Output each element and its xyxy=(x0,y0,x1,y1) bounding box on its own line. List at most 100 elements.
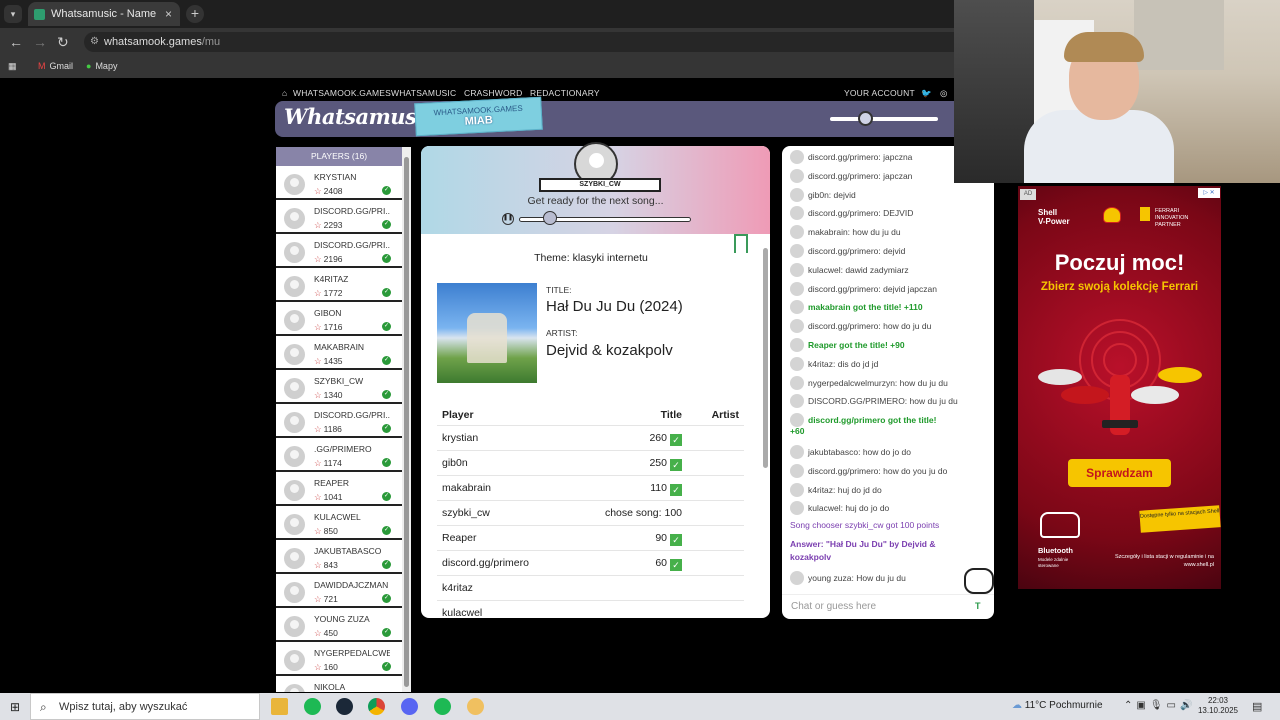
taskbar-weather[interactable]: ☁ 11°C Pochmurnie xyxy=(1012,700,1103,711)
volume-icon[interactable]: 🔊 xyxy=(1180,700,1196,711)
player-row[interactable]: YOUNG ZUZA ☆ 450 ✓ xyxy=(276,610,402,642)
clock-date: 13.10.2025 xyxy=(1197,706,1239,715)
file-explorer-icon[interactable] xyxy=(271,698,288,715)
player-row[interactable]: NYGERPEDALCWE... ☆160 ✓ xyxy=(276,644,402,676)
round-status: Get ready for the next song... xyxy=(527,195,664,207)
player-row[interactable]: REAPER ☆ 1041 ✓ xyxy=(276,474,402,506)
table-row: szybki_cw chose song: 100 xyxy=(437,500,744,525)
tray-chevron-icon[interactable]: ⌃ xyxy=(1124,700,1136,711)
reload-icon[interactable]: ↻ xyxy=(57,34,69,50)
app-icon[interactable] xyxy=(467,698,484,715)
tab-title: Whatsamusic - Name That Tun xyxy=(51,8,159,20)
player-row[interactable]: .GG/PRIMERO ☆ 1174 ✓ xyxy=(276,440,402,472)
steam-icon[interactable] xyxy=(336,698,353,715)
url-input[interactable]: ⚙ whatsamook.games/mu xyxy=(84,32,954,52)
player-row[interactable]: JAKUBTABASCO ☆ 843 ✓ xyxy=(276,542,402,574)
taskbar-clock[interactable]: 22:03 13.10.2025 xyxy=(1196,696,1240,716)
row-player: k4ritaz xyxy=(442,582,473,594)
taskbar-search-input[interactable]: ⌕ Wpisz tutaj, aby wyszukać xyxy=(30,693,260,720)
chrome-icon[interactable] xyxy=(368,698,385,715)
col-artist: Artist xyxy=(711,409,739,421)
whatsamusic-logo[interactable]: Whatsamusic xyxy=(284,104,437,129)
star-icon: ☆ xyxy=(314,220,322,230)
bookmark-label: Gmail xyxy=(49,61,74,71)
avatar xyxy=(790,445,804,459)
chat-message: Reaper got the title! +90 xyxy=(790,338,905,352)
scrollbar-thumb[interactable] xyxy=(404,157,409,687)
player-row[interactable]: MAKABRAIN ☆ 1435 ✓ xyxy=(276,338,402,370)
nav-link-whatsamook[interactable]: WHATSAMOOK.GAMES xyxy=(293,88,391,98)
check-icon: ✓ xyxy=(382,220,391,229)
avatar xyxy=(284,276,305,297)
bookmark-gmail[interactable]: M Gmail xyxy=(38,61,73,71)
camera-icon[interactable]: ▣ xyxy=(1136,700,1149,711)
player-row[interactable]: DISCORD.GG/PRI... ☆ 2196 ✓ xyxy=(276,236,402,268)
nav-link-whatsamusic[interactable]: WHATSAMUSIC xyxy=(391,88,456,98)
spotify-icon[interactable] xyxy=(434,698,451,715)
check-icon: ✓ xyxy=(382,356,391,365)
player-score: ☆ 2408 xyxy=(314,186,343,197)
check-icon: ✓ xyxy=(670,459,682,471)
player-row[interactable]: DAWIDDAJCZMAN ☆ 721 ✓ xyxy=(276,576,402,608)
chat-message: DISCORD.GG/PRIMERO: how du ju du xyxy=(790,394,958,409)
instagram-icon[interactable]: ◎ xyxy=(940,88,948,99)
new-tab-button[interactable]: + xyxy=(186,5,204,23)
chat-send-button[interactable]: T xyxy=(975,601,981,611)
player-row[interactable]: K4RITAZ ☆ 1772 ✓ xyxy=(276,270,402,302)
player-row[interactable]: SZYBKI_CW ☆ 1340 ✓ xyxy=(276,372,402,404)
discord-icon[interactable] xyxy=(401,698,418,715)
your-account-link[interactable]: YOUR ACCOUNT xyxy=(844,88,915,98)
pause-icon[interactable]: ❚❚ xyxy=(502,213,514,225)
bookmark-label: Mapy xyxy=(95,61,118,71)
bookmark-icon[interactable] xyxy=(734,234,748,253)
forward-arrow-icon[interactable]: → xyxy=(33,34,47,50)
ad-close-icon[interactable]: ▷ ✕ xyxy=(1198,188,1220,198)
player-row[interactable]: DISCORD.GG/PRI... ☆ 1186 ✓ xyxy=(276,406,402,438)
player-row[interactable]: KULACWEL ☆ 850 ✓ xyxy=(276,508,402,540)
player-row[interactable]: GIBON ☆ 1716 ✓ xyxy=(276,304,402,336)
spotify-icon[interactable] xyxy=(304,698,321,715)
chat-message-text: young zuza: How du ju du xyxy=(808,572,906,583)
volume-slider[interactable] xyxy=(830,117,938,121)
chat-message: makabrain: how du ju du xyxy=(790,225,901,240)
tab-search-icon[interactable]: ▾ xyxy=(4,5,22,23)
browser-tab[interactable]: Whatsamusic - Name That Tun × xyxy=(28,2,180,26)
wifi-icon[interactable]: ▭ xyxy=(1167,700,1180,711)
ad-cta-button[interactable]: Sprawdzam xyxy=(1068,459,1171,487)
score-table-header: Player Title Artist xyxy=(437,403,744,425)
mic-icon[interactable]: 🎙 xyxy=(1150,700,1167,711)
avatar xyxy=(790,187,804,202)
chat-message-text: kulacwel: dawid zadymiarz xyxy=(808,264,909,275)
scrollbar-thumb[interactable] xyxy=(763,248,768,468)
row-title-points: 260 ✓ xyxy=(649,432,682,446)
ad-ferrari-cars-illustration xyxy=(1038,319,1202,435)
system-tray[interactable]: ⌃▣🎙▭🔊 xyxy=(1124,700,1196,711)
chat-message-text: +60 xyxy=(790,426,805,437)
player-row[interactable]: KRYSTIAN ☆ 2408 ✓ xyxy=(276,168,402,200)
avatar xyxy=(790,501,804,516)
star-icon: ☆ xyxy=(314,560,322,570)
player-score: ☆ 850 xyxy=(314,526,338,537)
chat-emoji-button[interactable] xyxy=(964,568,994,594)
nav-link-crashword[interactable]: CRASHWORD xyxy=(464,88,522,98)
player-score-value: 721 xyxy=(323,594,338,604)
song-progress-handle[interactable] xyxy=(543,211,557,225)
site-info-icon[interactable]: ⚙ xyxy=(90,32,99,52)
player-row[interactable]: NIKOLA xyxy=(276,678,402,692)
player-row[interactable]: DISCORD.GG/PRI... ☆ 2293 ✓ xyxy=(276,202,402,234)
chat-input[interactable]: Chat or guess here xyxy=(791,601,876,612)
table-row: discord.gg/primero 60 ✓ xyxy=(437,550,744,575)
bookmark-maps[interactable]: ● Mapy xyxy=(86,61,117,71)
home-icon[interactable]: ⌂ xyxy=(282,88,287,98)
back-arrow-icon[interactable]: ← xyxy=(9,34,23,50)
player-name: NIKOLA xyxy=(314,682,346,692)
twitter-icon[interactable]: 🐦 xyxy=(921,88,932,99)
windows-start-icon[interactable]: ⊞ xyxy=(10,700,20,714)
ad-tag: AD xyxy=(1020,189,1036,200)
notifications-icon[interactable]: ▤ xyxy=(1252,700,1262,713)
apps-grid-icon[interactable]: ▦ xyxy=(8,61,17,72)
players-scrollbar[interactable] xyxy=(402,147,411,692)
round-scrollbar[interactable] xyxy=(762,236,770,618)
volume-slider-handle[interactable] xyxy=(858,111,873,126)
tab-close-icon[interactable]: × xyxy=(165,7,172,21)
